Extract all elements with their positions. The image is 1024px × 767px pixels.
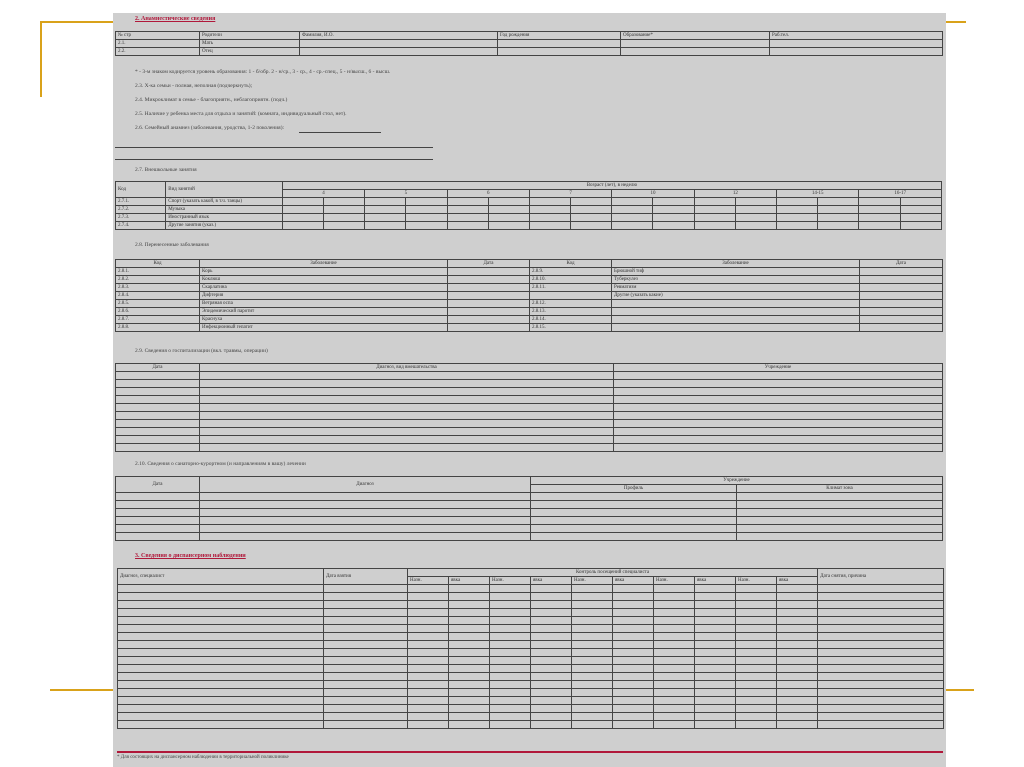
table-row: 2.8.4. Дифтерия Другие (указать какие) [115,291,943,300]
family-history-note: 2.6. Семейный анамнез (заболевания, урод… [135,125,285,131]
header-cell: Вид занятий [165,181,283,198]
parents-table: № стр Родители Фамилия, И.О. Год рождени… [115,31,943,56]
table-row: 2.7.1. Спорт (указать какой, в т.ч. танцы… [114,197,943,206]
table-row: 2.7.3. Иностранный язык [114,213,943,222]
diseases-table: Код Заболевание Дата Код Заболевание Дат… [115,259,943,332]
table-row: 2.8.8. Инфекционный гепатит 2.8.15. [115,323,943,332]
gold-line-bottom-right [946,689,974,691]
table-row: 2.7.2. Музыка [114,205,943,214]
header-cell: Фамилия, И.О. [299,31,498,40]
gold-line-top-left-h [40,21,113,23]
hospitalization-table: Дата Диагноз, вид вмешательства Учрежден… [115,363,943,452]
activities-table: Код Вид занятий Возраст (лет), в неделю … [114,181,943,230]
gold-line-bottom-left [50,689,113,691]
header-cell: Раб.тел. [769,31,943,40]
section-2-title: 2. Анамнестические сведения [135,16,216,22]
header-cell: Возраст (лет), в неделю [281,181,943,190]
table-row: 2.2. Отец [115,47,943,56]
section-27-title: 2.7. Внешкольные занятия [135,167,197,173]
section-210-title: 2.10. Сведения о санаторно-курортном (и … [135,461,306,467]
section-28-title: 2.8. Перенесенные заболевания [135,242,209,248]
header-cell: № стр [115,31,200,40]
footnote-divider [117,751,943,753]
gold-line-top-left-v [40,21,42,97]
gold-line-top-right [946,21,966,23]
header-cell: Код [114,181,167,198]
table-row: 2.8.1. Корь 2.8.9. Брюшной тиф [115,267,943,276]
family-type-note: 2.3. Х-ка семьи - полная, неполная (подч… [135,83,253,89]
header-cell: Родители [199,31,300,40]
microclimate-note: 2.4. Микроклимат в семье - благоприятн.,… [135,97,288,103]
footnote: * Для состоящих на диспансерном наблюден… [117,755,289,760]
table-row: 2.7.4. Другие занятия (указ.) [114,221,943,230]
table-row: 2.8.3. Скарлатина 2.8.11. Ревматизм [115,283,943,292]
table-row: 2.1. Мать [115,39,943,48]
study-place-note: 2.5. Наличие у ребенка места для отдыха … [135,111,347,117]
header-cell: Образование* [620,31,770,40]
section-3-title: 3. Сведения о диспансерном наблюдении [135,553,246,559]
header-cell: Год рождения [497,31,621,40]
table-row: 2.8.6. Эпидемический паротит 2.8.13. [115,307,943,316]
scanned-document: 2. Анамнестические сведения № стр Родите… [113,13,946,767]
table-row: 2.8.2. Коклюш 2.8.10. Туберкулез [115,275,943,284]
section-29-title: 2.9. Сведения о госпитализации (вкл. тра… [135,348,268,354]
dispensary-table: Диагноз, специалист Дата взятия Контроль… [117,568,945,729]
table-row: 2.8.5. Ветряная оспа 2.8.12. [115,299,943,308]
fill-line [115,159,433,160]
fill-line [299,132,381,133]
education-note: * - 3-м знаком кодируется уровень образо… [135,69,391,75]
sanatorium-table: Дата Диагноз Учреждение Профиль Климат з… [115,476,943,541]
table-row: 2.8.7. Краснуха 2.8.14. [115,315,943,324]
fill-line [115,147,433,148]
